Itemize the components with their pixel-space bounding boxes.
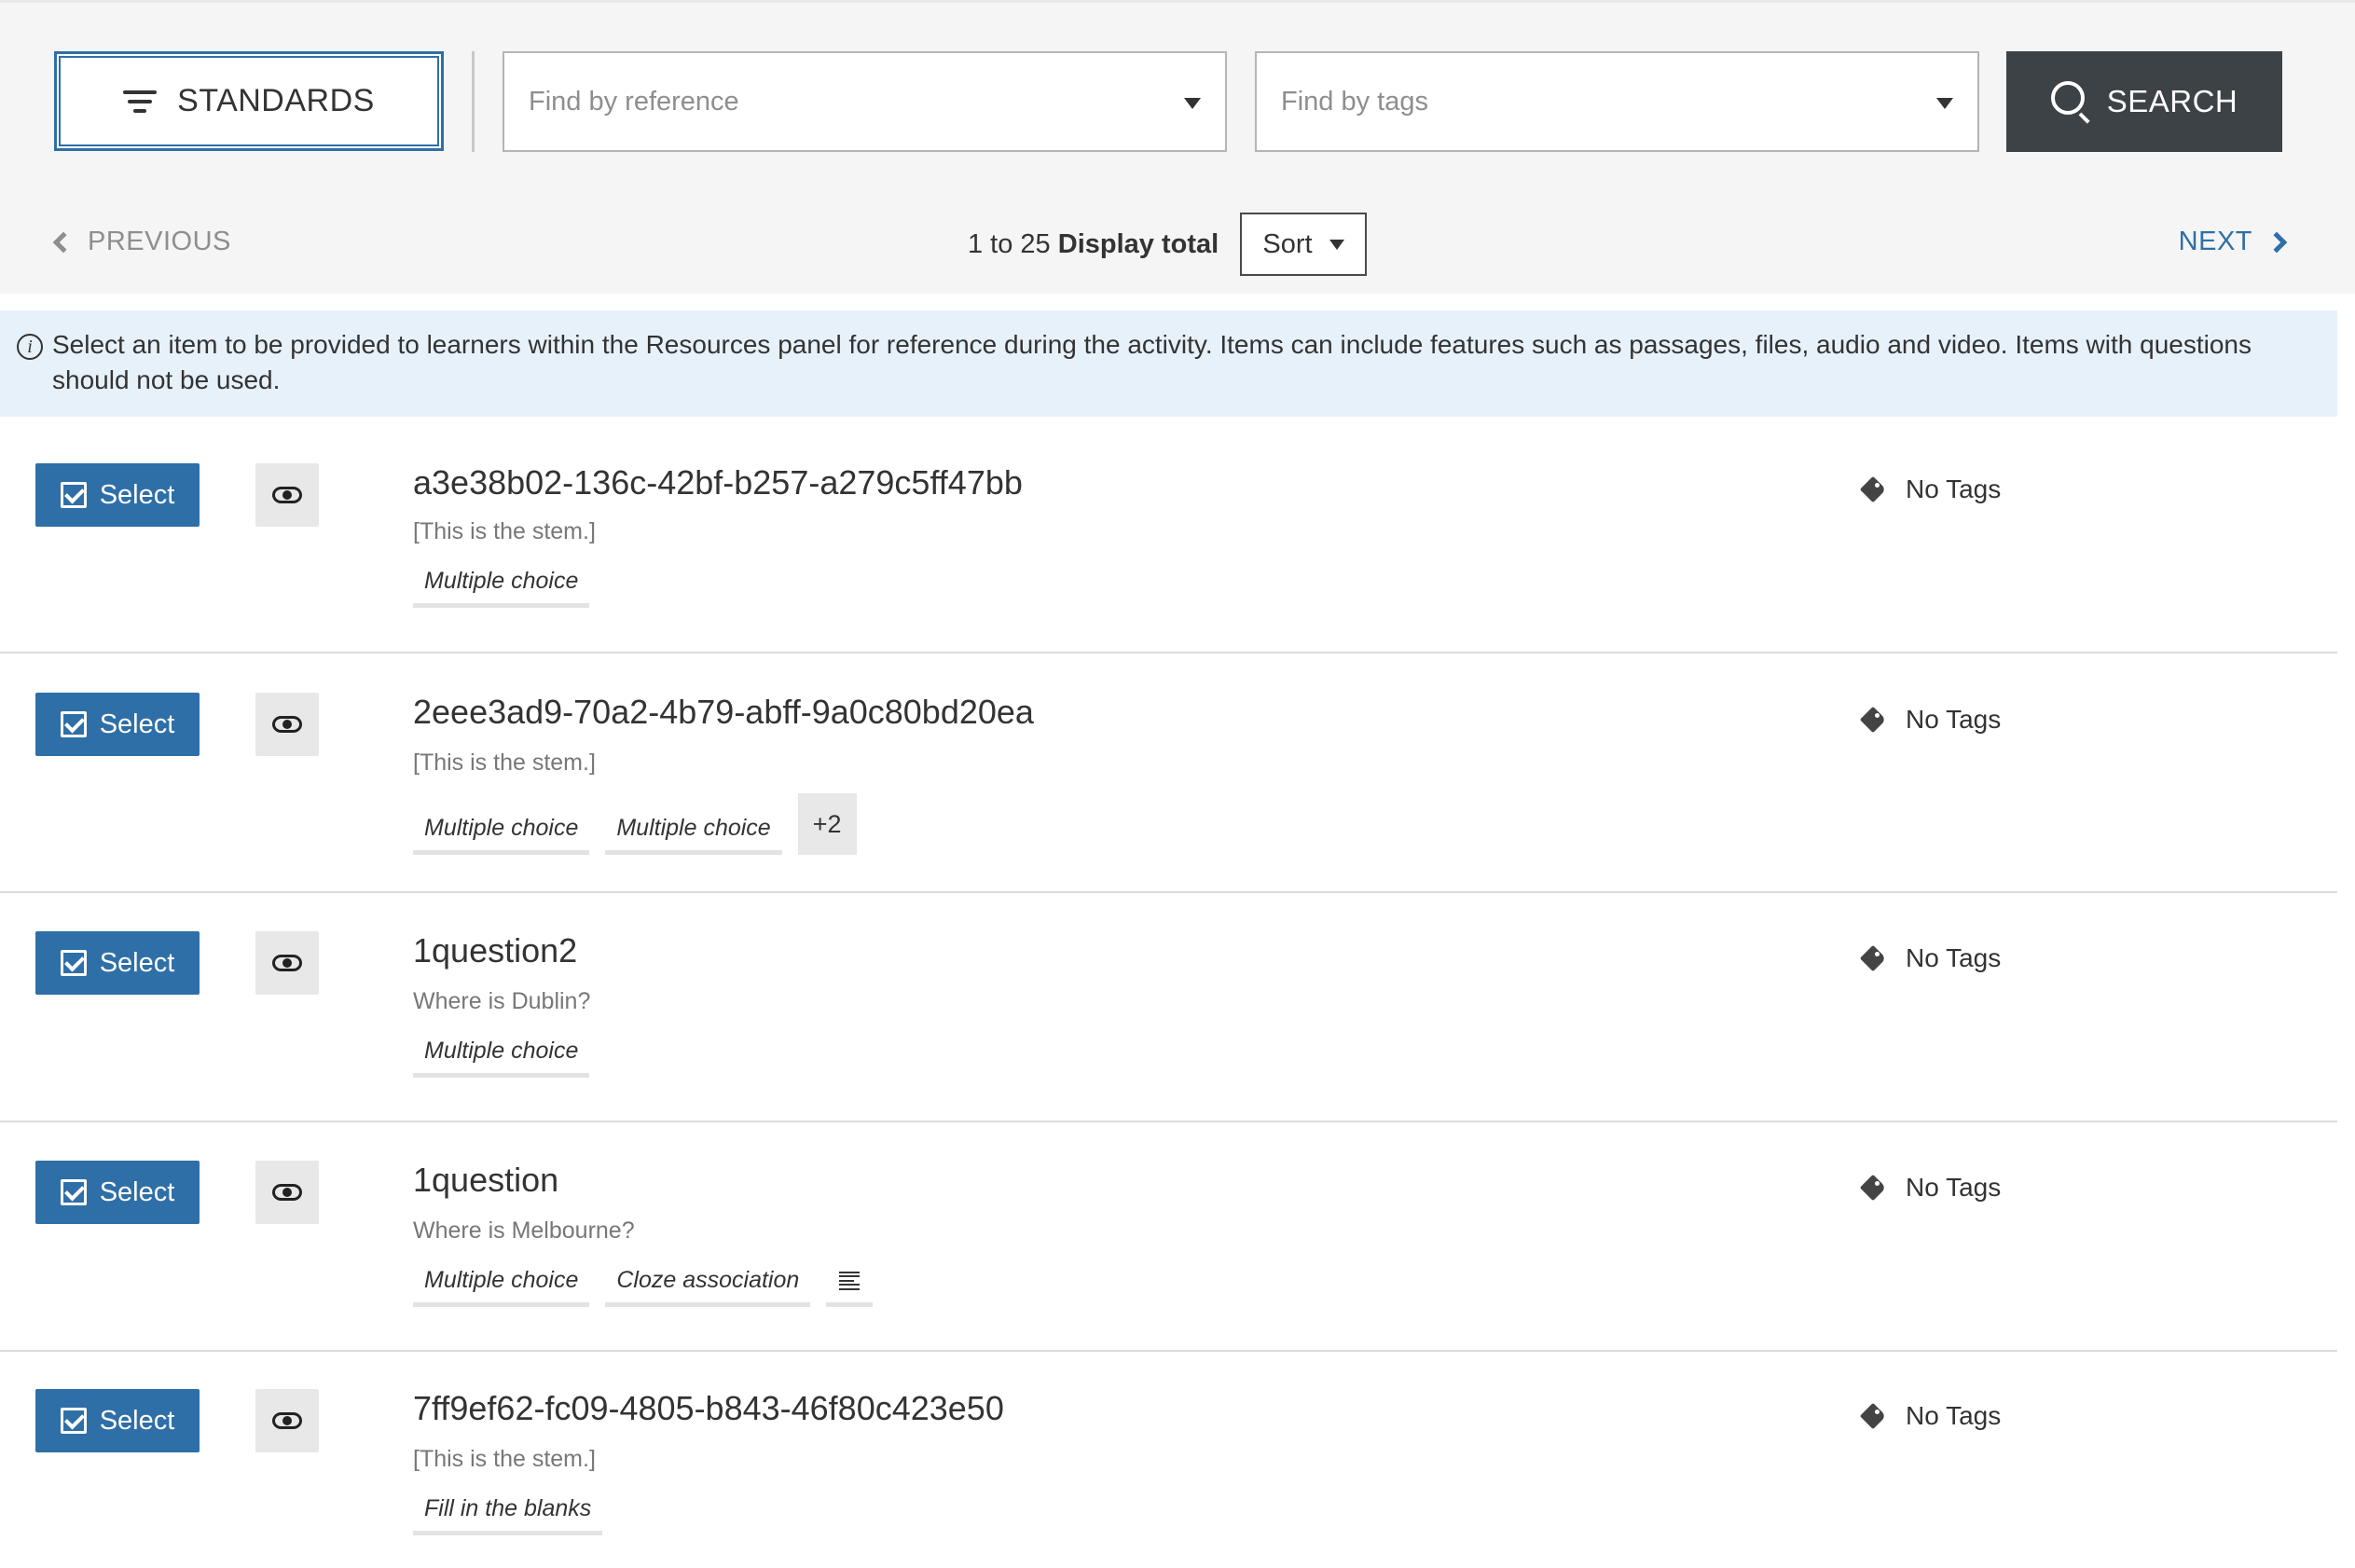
find-by-reference-dropdown[interactable]: Find by reference [503, 51, 1227, 152]
eye-icon [272, 1412, 302, 1429]
caret-down-icon [1329, 239, 1344, 250]
item-tags: No Tags [1859, 1401, 2002, 1431]
sort-label: Sort [1262, 228, 1313, 259]
question-type-labels: Fill in the blanks [413, 1487, 603, 1535]
preview-button[interactable] [255, 463, 319, 527]
text-lines-icon [826, 1259, 874, 1307]
item-reference: a3e38b02-136c-42bf-b257-a279c5ff47bb [413, 463, 1023, 502]
tag-icon [1859, 944, 1887, 972]
item-tags: No Tags [1859, 705, 2002, 735]
chevron-right-icon [2265, 231, 2288, 253]
chevron-left-icon [52, 231, 75, 253]
tag-icon [1859, 475, 1887, 503]
result-count: 1 to 25 Display total [968, 229, 1219, 260]
select-label: Select [99, 708, 175, 739]
reference-placeholder: Find by reference [529, 86, 739, 117]
checkbox-icon [60, 482, 87, 508]
find-by-tags-dropdown[interactable]: Find by tags [1255, 51, 1979, 152]
checkbox-icon [60, 1408, 87, 1434]
select-button[interactable]: Select [35, 693, 200, 756]
next-page-link[interactable]: NEXT [2178, 227, 2288, 257]
question-type-label: Multiple choice [413, 806, 590, 855]
question-type-label: Multiple choice [413, 1259, 590, 1307]
eye-icon [272, 1184, 302, 1201]
item-stem: [This is the stem.] [413, 1446, 596, 1472]
caret-down-icon [1184, 98, 1201, 109]
eye-icon [272, 487, 302, 503]
tags-label: No Tags [1906, 1401, 2002, 1430]
preview-button[interactable] [255, 1389, 319, 1452]
item-stem: [This is the stem.] [413, 750, 596, 776]
tag-icon [1859, 1402, 1887, 1430]
info-icon: i [17, 334, 43, 360]
search-button[interactable]: SEARCH [2006, 51, 2282, 152]
next-label: NEXT [2178, 227, 2252, 256]
tag-icon [1859, 1174, 1887, 1202]
item-tags: No Tags [1859, 475, 2002, 504]
question-type-label: Fill in the blanks [413, 1487, 603, 1535]
sort-dropdown[interactable]: Sort [1240, 213, 1367, 276]
select-label: Select [99, 479, 175, 510]
tags-label: No Tags [1906, 475, 2002, 503]
item-row: Select 1question2 Where is Dublin? Multi… [0, 893, 2337, 1122]
search-toolbar: STANDARDS Find by reference Find by tags… [0, 0, 2355, 294]
question-type-label: Cloze association [605, 1259, 811, 1307]
item-reference: 2eee3ad9-70a2-4b79-abff-9a0c80bd20ea [413, 693, 1034, 731]
eye-icon [272, 716, 302, 733]
select-label: Select [99, 947, 175, 978]
item-reference: 1question2 [413, 931, 578, 970]
item-row: Select 2eee3ad9-70a2-4b79-abff-9a0c80bd2… [0, 653, 2337, 893]
question-type-labels: Multiple choice Multiple choice +2 [413, 793, 857, 855]
checkbox-icon [60, 950, 87, 976]
select-button[interactable]: Select [35, 1389, 200, 1452]
search-icon [2050, 81, 2092, 124]
display-total-toggle[interactable]: Display total [1058, 229, 1219, 259]
caret-down-icon [1936, 98, 1953, 109]
tags-label: No Tags [1906, 705, 2002, 734]
standards-filter-button[interactable]: STANDARDS [54, 51, 444, 151]
select-button[interactable]: Select [35, 931, 200, 995]
question-type-label: Multiple choice [605, 806, 782, 855]
tags-placeholder: Find by tags [1281, 86, 1428, 117]
select-label: Select [99, 1176, 175, 1207]
eye-icon [272, 955, 302, 971]
item-reference: 1question [413, 1161, 559, 1199]
info-banner: i Select an item to be provided to learn… [0, 310, 2337, 417]
checkbox-icon [60, 1179, 87, 1205]
item-row: Select 7ff9ef62-fc09-4805-b843-46f80c423… [0, 1352, 2337, 1568]
question-type-label: Multiple choice [413, 559, 590, 608]
item-tags: No Tags [1859, 1173, 2002, 1203]
select-label: Select [99, 1405, 175, 1436]
item-stem: Where is Melbourne? [413, 1217, 635, 1244]
more-labels-badge[interactable]: +2 [797, 793, 857, 855]
item-reference: 7ff9ef62-fc09-4805-b843-46f80c423e50 [413, 1389, 1004, 1427]
question-type-labels: Multiple choice [413, 559, 590, 608]
tags-label: No Tags [1906, 1173, 2002, 1202]
question-type-labels: Multiple choice [413, 1029, 590, 1078]
question-type-label: Multiple choice [413, 1029, 590, 1078]
item-stem: Where is Dublin? [413, 988, 591, 1014]
filter-icon [123, 89, 158, 115]
preview-button[interactable] [255, 1161, 319, 1224]
result-range: 1 to 25 [968, 229, 1051, 259]
tag-icon [1859, 706, 1887, 734]
item-tags: No Tags [1859, 943, 2002, 973]
select-button[interactable]: Select [35, 1161, 200, 1224]
select-button[interactable]: Select [35, 463, 200, 527]
search-label: SEARCH [2106, 84, 2238, 118]
info-message: Select an item to be provided to learner… [52, 330, 2252, 394]
item-row: Select a3e38b02-136c-42bf-b257-a279c5ff4… [0, 419, 2337, 653]
previous-page-link[interactable]: PREVIOUS [52, 227, 231, 257]
preview-button[interactable] [255, 693, 319, 756]
standards-label: STANDARDS [177, 83, 375, 118]
item-row: Select 1question Where is Melbourne? Mul… [0, 1122, 2337, 1352]
preview-button[interactable] [255, 931, 319, 995]
checkbox-icon [60, 711, 87, 737]
item-stem: [This is the stem.] [413, 518, 596, 544]
toolbar-divider [472, 51, 475, 152]
previous-label: PREVIOUS [88, 227, 231, 256]
question-type-labels: Multiple choice Cloze association [413, 1259, 874, 1307]
tags-label: No Tags [1906, 943, 2002, 972]
